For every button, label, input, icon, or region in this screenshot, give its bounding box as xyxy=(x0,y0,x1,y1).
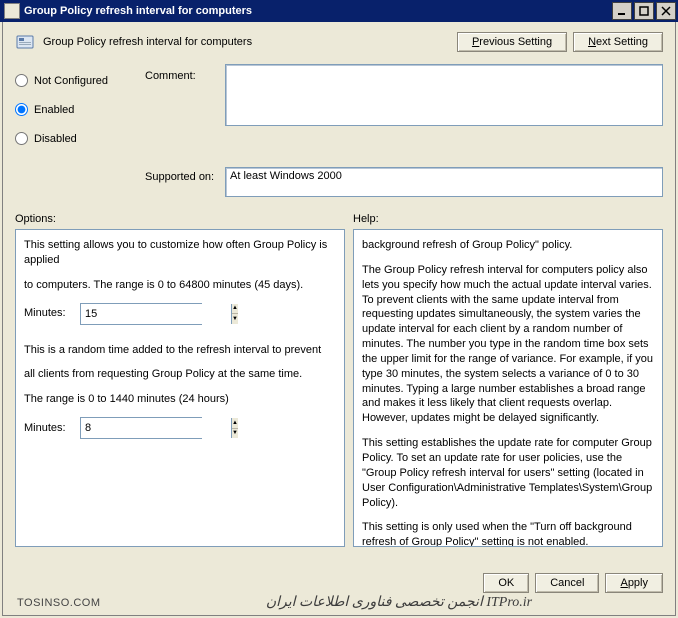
client-area: Group Policy refresh interval for comput… xyxy=(2,22,676,616)
minutes2-spinner[interactable]: ▲ ▼ xyxy=(80,417,202,439)
state-radios: Not Configured Enabled Disabled xyxy=(15,64,145,161)
maximize-button[interactable] xyxy=(634,2,654,20)
disabled-label: Disabled xyxy=(34,133,77,145)
titlebar: Group Policy refresh interval for comput… xyxy=(0,0,678,22)
header-row: Group Policy refresh interval for comput… xyxy=(3,22,675,60)
minutes2-input[interactable] xyxy=(81,418,231,438)
dialog-buttons: OK Cancel Apply xyxy=(477,573,663,593)
supported-on-box: At least Windows 2000 xyxy=(225,167,663,197)
options-text: This is a random time added to the refre… xyxy=(24,343,336,358)
help-text: The Group Policy refresh interval for co… xyxy=(362,263,654,426)
window-controls xyxy=(612,2,676,20)
window-icon xyxy=(4,3,20,19)
close-button[interactable] xyxy=(656,2,676,20)
minutes1-spinner[interactable]: ▲ ▼ xyxy=(80,303,202,325)
help-heading: Help: xyxy=(353,213,379,225)
supported-on-value: At least Windows 2000 xyxy=(230,170,342,182)
help-panel[interactable]: background refresh of Group Policy" poli… xyxy=(353,229,663,547)
policy-name: Group Policy refresh interval for comput… xyxy=(43,36,252,48)
panels: This setting allows you to customize how… xyxy=(3,229,675,547)
panels-header: Options: Help: xyxy=(3,207,675,229)
supported-label: Supported on: xyxy=(15,171,214,183)
enabled-radio[interactable] xyxy=(15,103,28,116)
minutes1-up-icon[interactable]: ▲ xyxy=(232,304,238,315)
cancel-button[interactable]: Cancel xyxy=(535,573,599,593)
options-panel: This setting allows you to customize how… xyxy=(15,229,345,547)
help-text: This setting is only used when the "Turn… xyxy=(362,520,654,547)
watermark-right: انجمن تخصصی فناوری اطلاعات ایران ITPro.i… xyxy=(123,594,675,611)
apply-button[interactable]: Apply xyxy=(605,573,663,593)
options-text: The range is 0 to 1440 minutes (24 hours… xyxy=(24,392,336,407)
ok-button[interactable]: OK xyxy=(483,573,529,593)
options-text: This setting allows you to customize how… xyxy=(24,238,336,268)
window-title: Group Policy refresh interval for comput… xyxy=(24,5,612,17)
comment-label: Comment: xyxy=(145,70,196,82)
options-text: all clients from requesting Group Policy… xyxy=(24,367,336,382)
minutes2-down-icon[interactable]: ▼ xyxy=(232,429,238,439)
help-text: This setting establishes the update rate… xyxy=(362,436,654,510)
enabled-label: Enabled xyxy=(34,104,74,116)
not-configured-label: Not Configured xyxy=(34,75,108,87)
help-text: background refresh of Group Policy" poli… xyxy=(362,238,654,253)
minutes2-up-icon[interactable]: ▲ xyxy=(232,418,238,429)
comment-textarea[interactable] xyxy=(225,64,663,126)
minutes1-input[interactable] xyxy=(81,304,231,324)
minimize-button[interactable] xyxy=(612,2,632,20)
options-heading: Options: xyxy=(15,213,56,225)
policy-icon xyxy=(15,32,35,52)
minutes1-down-icon[interactable]: ▼ xyxy=(232,314,238,324)
options-text: to computers. The range is 0 to 64800 mi… xyxy=(24,278,336,293)
next-setting-button[interactable]: Next Setting xyxy=(573,32,663,52)
supported-row: Supported on: At least Windows 2000 xyxy=(3,161,675,207)
not-configured-radio[interactable] xyxy=(15,74,28,87)
minutes1-label: Minutes: xyxy=(24,306,80,321)
config-row: Not Configured Enabled Disabled Comment: xyxy=(3,60,675,161)
disabled-radio[interactable] xyxy=(15,132,28,145)
watermark-left: TOSINSO.COM xyxy=(17,597,101,609)
minutes2-label: Minutes: xyxy=(24,421,80,436)
previous-setting-button[interactable]: Previous Setting xyxy=(457,32,567,52)
